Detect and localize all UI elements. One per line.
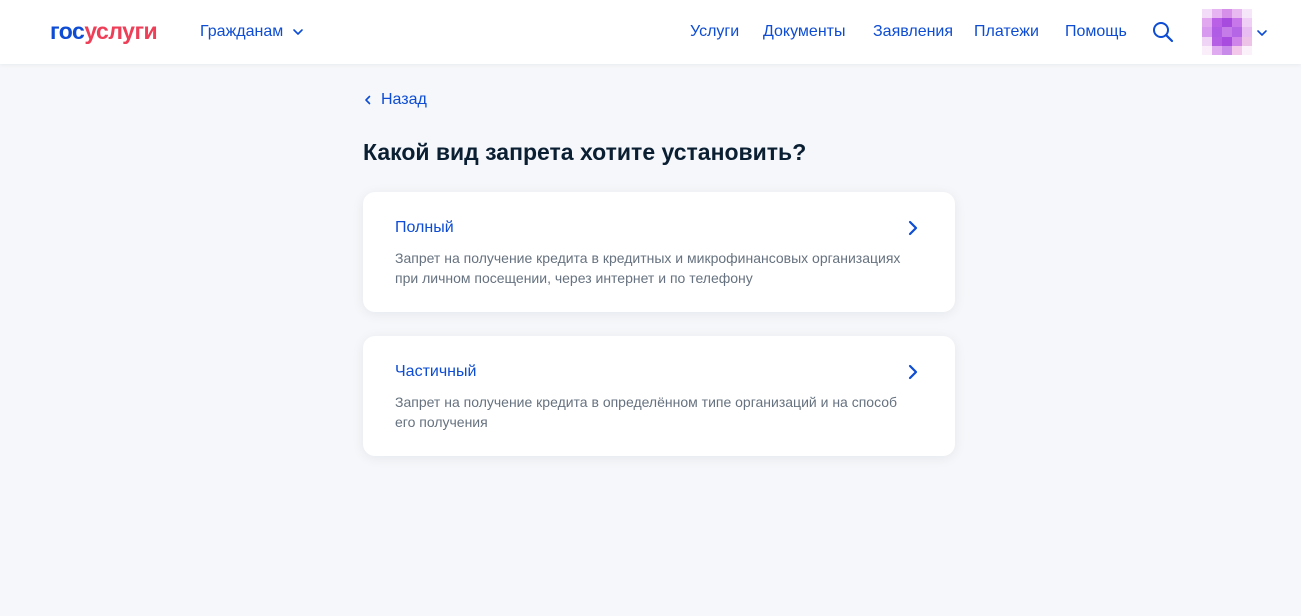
nav-link-documents[interactable]: Документы — [763, 22, 845, 42]
audience-label: Гражданам — [200, 23, 284, 40]
avatar[interactable] — [1202, 9, 1252, 55]
option-title: Частичный — [395, 363, 477, 380]
chevron-left-icon — [365, 95, 371, 105]
audience-dropdown[interactable]: Гражданам — [200, 22, 304, 42]
back-label: Назад — [381, 91, 427, 108]
nav-link-payments[interactable]: Платежи — [974, 22, 1039, 42]
nav-link-applications[interactable]: Заявления — [873, 22, 953, 42]
chevron-down-icon[interactable] — [1256, 27, 1268, 39]
chevron-right-icon — [908, 220, 918, 236]
gosuslugi-logo[interactable]: госуслуги — [50, 18, 158, 44]
header: госуслуги Гражданам Услуги Документы Зая… — [0, 0, 1301, 64]
option-description: Запрет на получение кредита в кредитных … — [395, 250, 901, 286]
logo-part-uslugi: услуги — [84, 18, 158, 44]
chevron-down-icon — [293, 29, 304, 35]
option-title: Полный — [395, 219, 454, 236]
chevron-right-icon — [908, 364, 918, 380]
back-link[interactable]: Назад — [363, 90, 427, 110]
nav-link-help[interactable]: Помощь — [1065, 22, 1127, 42]
page-title: Какой вид запрета хотите установить? — [363, 139, 807, 165]
option-card-partial[interactable]: Частичный Запрет на получение кредита в … — [363, 336, 955, 456]
nav-link-services[interactable]: Услуги — [690, 22, 739, 42]
option-description: Запрет на получение кредита в определённ… — [395, 394, 898, 430]
logo-part-gos: гос — [50, 18, 85, 44]
option-card-full[interactable]: Полный Запрет на получение кредита в кре… — [363, 192, 955, 312]
search-icon[interactable] — [1151, 20, 1175, 44]
